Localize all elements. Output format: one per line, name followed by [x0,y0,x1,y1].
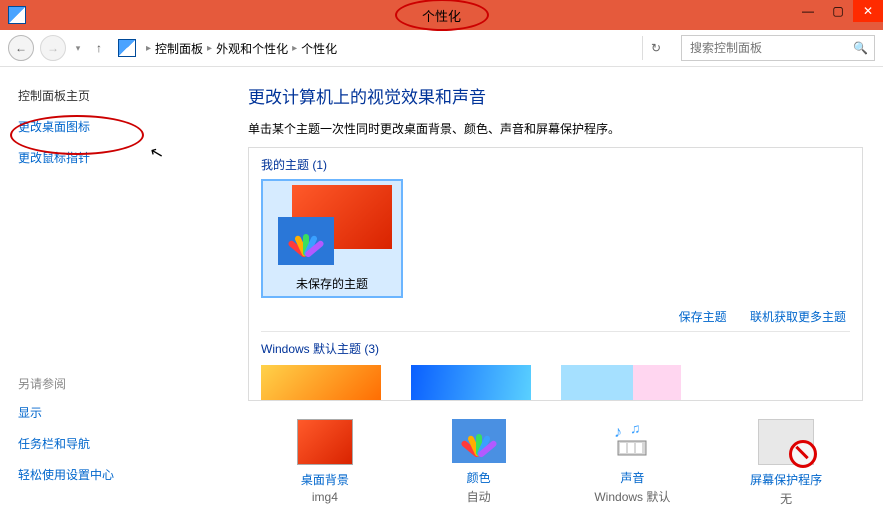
search-input[interactable] [688,40,853,56]
sound-icon: ♪ ♫ [605,419,659,463]
chevron-right-icon: ▸ [207,43,212,54]
setting-screensaver[interactable]: 屏幕保护程序 无 [721,419,851,507]
setting-label: 声音 [567,469,697,486]
see-also-taskbar[interactable]: 任务栏和导航 [18,435,114,452]
my-themes-header: 我的主题 (1) [261,156,850,173]
setting-color[interactable]: 颜色 自动 [414,419,544,507]
setting-label: 桌面背景 [260,471,390,488]
sidebar: 控制面板主页 更改桌面图标 更改鼠标指针 ↖ 另请参阅 显示 任务栏和导航 轻松… [0,67,218,512]
setting-desktop-background[interactable]: 桌面背景 img4 [260,419,390,507]
default-theme-2[interactable] [411,365,531,400]
see-also-display[interactable]: 显示 [18,404,114,421]
minimize-button[interactable]: — [793,0,823,22]
close-button[interactable]: ✕ [853,0,883,22]
color-icon [452,419,506,463]
nav-row: ← → ▾ ↑ ▸ 控制面板 ▸ 外观和个性化 ▸ 个性化 ↻ 🔍 [0,30,883,67]
window-title: 个性化 [422,6,461,25]
theme-tile-unsaved[interactable]: 未保存的主题 [261,179,403,298]
theme-thumbnail [272,185,392,269]
default-theme-3[interactable] [561,365,681,400]
sidebar-link-desktop-icons[interactable]: 更改桌面图标 [18,118,218,135]
chevron-right-icon: ▸ [292,43,297,54]
default-theme-1[interactable] [261,365,381,400]
page-subtext: 单击某个主题一次性同时更改桌面背景、颜色、声音和屏幕保护程序。 [248,120,863,137]
theme-name: 未保存的主题 [267,275,397,292]
save-theme-link[interactable]: 保存主题 [679,310,727,324]
bottom-settings-row: 桌面背景 img4 颜色 自动 ♪ ♫ [248,419,863,507]
theme-actions: 保存主题 联机获取更多主题 [261,308,846,325]
crumb-personalization[interactable]: 个性化 [301,40,337,57]
color-fan-icon [291,226,321,256]
chevron-right-icon: ▸ [146,43,151,54]
address-icon [118,39,136,57]
titlebar: 个性化 — ▢ ✕ [0,0,883,30]
desktop-background-icon [297,419,353,465]
see-also-header: 另请参阅 [18,375,114,392]
setting-value: 无 [721,490,851,507]
svg-text:♫: ♫ [630,420,641,436]
see-also-ease[interactable]: 轻松使用设置中心 [18,466,114,483]
up-button[interactable]: ↑ [90,41,108,55]
see-also: 另请参阅 显示 任务栏和导航 轻松使用设置中心 [18,375,114,497]
themes-panel: 我的主题 (1) 未保存的主题 保存主题 联机获取更多主题 Windows 默认… [248,147,863,401]
divider [261,331,850,332]
setting-sound[interactable]: ♪ ♫ 声音 Windows 默认 [567,419,697,507]
window-controls: — ▢ ✕ [793,0,883,22]
setting-label: 屏幕保护程序 [721,471,851,488]
page-heading: 更改计算机上的视觉效果和声音 [248,83,863,108]
svg-text:♪: ♪ [614,424,622,441]
main-content: 更改计算机上的视觉效果和声音 单击某个主题一次性同时更改桌面背景、颜色、声音和屏… [218,67,883,512]
crumb-appearance[interactable]: 外观和个性化 [216,40,288,57]
back-button[interactable]: ← [8,35,34,61]
crumb-control-panel[interactable]: 控制面板 [155,40,203,57]
setting-value: 自动 [414,488,544,505]
app-icon [8,6,26,24]
history-dropdown[interactable]: ▾ [72,43,84,54]
sidebar-link-mouse-pointer[interactable]: 更改鼠标指针 [18,149,218,166]
default-themes-header: Windows 默认主题 (3) [261,340,850,357]
breadcrumb[interactable]: ▸ 控制面板 ▸ 外观和个性化 ▸ 个性化 [142,36,636,60]
default-themes-row [261,365,850,400]
setting-label: 颜色 [414,469,544,486]
setting-value: Windows 默认 [567,488,697,505]
screensaver-icon [758,419,814,465]
maximize-button[interactable]: ▢ [823,0,853,22]
forward-button[interactable]: → [40,35,66,61]
sidebar-home[interactable]: 控制面板主页 [18,87,218,104]
search-icon: 🔍 [853,41,868,55]
get-more-themes-link[interactable]: 联机获取更多主题 [750,310,846,324]
setting-value: img4 [260,490,390,504]
search-box[interactable]: 🔍 [681,35,875,61]
refresh-button[interactable]: ↻ [642,36,669,60]
